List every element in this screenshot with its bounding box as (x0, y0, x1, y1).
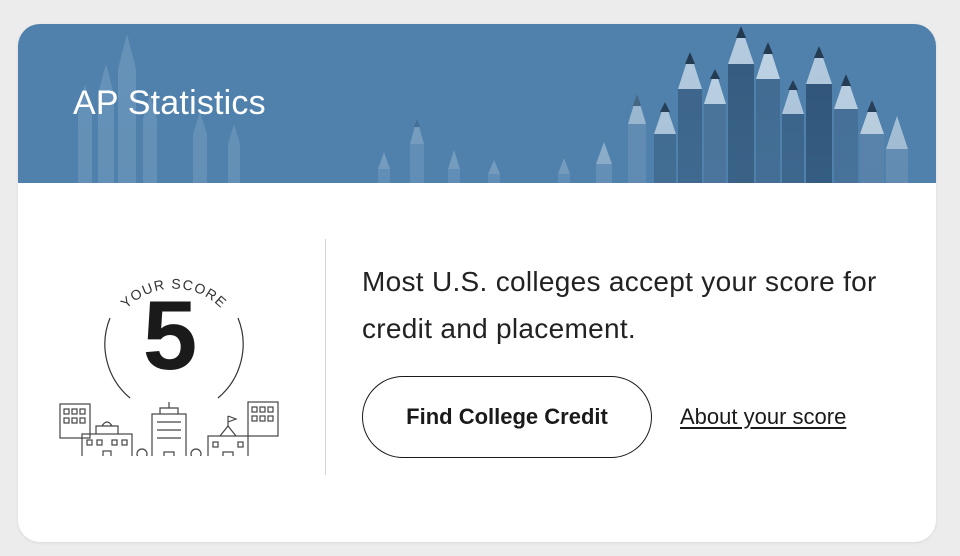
score-value: 5 (142, 280, 198, 390)
course-title: AP Statistics (73, 84, 266, 122)
about-your-score-link[interactable]: About your score (680, 404, 846, 430)
find-college-credit-button[interactable]: Find College Credit (362, 376, 652, 458)
course-banner: AP Statistics (18, 24, 936, 183)
score-card: AP Statistics YOUR SCORE 5 Most U.S. col… (18, 24, 936, 542)
section-divider (325, 239, 326, 475)
score-message: Most U.S. colleges accept your score for… (362, 266, 877, 344)
